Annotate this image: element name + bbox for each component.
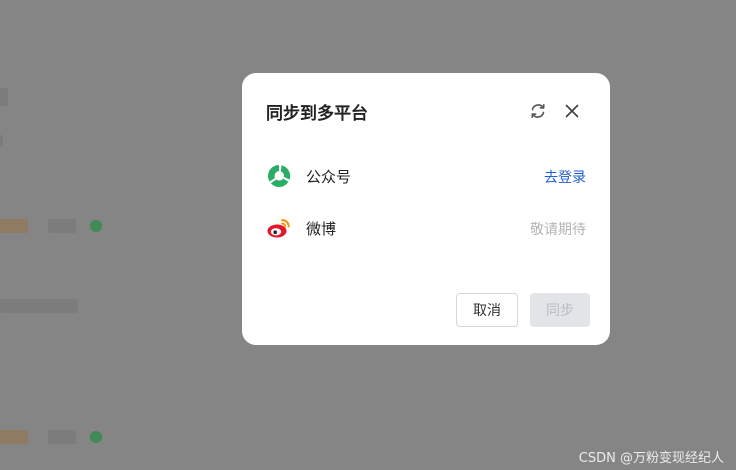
weibo-icon — [266, 215, 292, 241]
dialog-title: 同步到多平台 — [266, 104, 368, 124]
watermark: CSDN @万粉变现经纪人 — [578, 451, 724, 466]
bg-status-dot — [90, 220, 102, 232]
coming-soon-label: 敬请期待 — [530, 222, 586, 238]
bg-tag — [48, 219, 76, 233]
bg-text-fragment — [0, 299, 78, 313]
bg-status-dot — [90, 431, 102, 443]
login-link[interactable]: 去登录 — [544, 167, 586, 187]
bg-tag — [0, 430, 28, 444]
platform-name: 公众号 — [306, 168, 352, 186]
wechat-official-account-icon — [266, 163, 292, 189]
platform-row-weibo: 微博 敬请期待 — [266, 213, 586, 241]
bg-tag — [48, 430, 76, 444]
platform-row-wechat: 公众号 去登录 — [266, 161, 586, 189]
sync-button[interactable]: 同步 — [530, 293, 590, 327]
close-icon[interactable] — [562, 101, 582, 121]
sync-dialog: 同步到多平台 公众号 去登录 微博 敬请期待 取消 同步 — [242, 73, 610, 345]
bg-text-fragment — [0, 135, 3, 147]
refresh-icon[interactable] — [528, 101, 548, 121]
platform-name: 微博 — [306, 220, 337, 238]
bg-tag — [0, 219, 28, 233]
cancel-button[interactable]: 取消 — [456, 293, 518, 327]
bg-text-fragment — [0, 88, 8, 106]
